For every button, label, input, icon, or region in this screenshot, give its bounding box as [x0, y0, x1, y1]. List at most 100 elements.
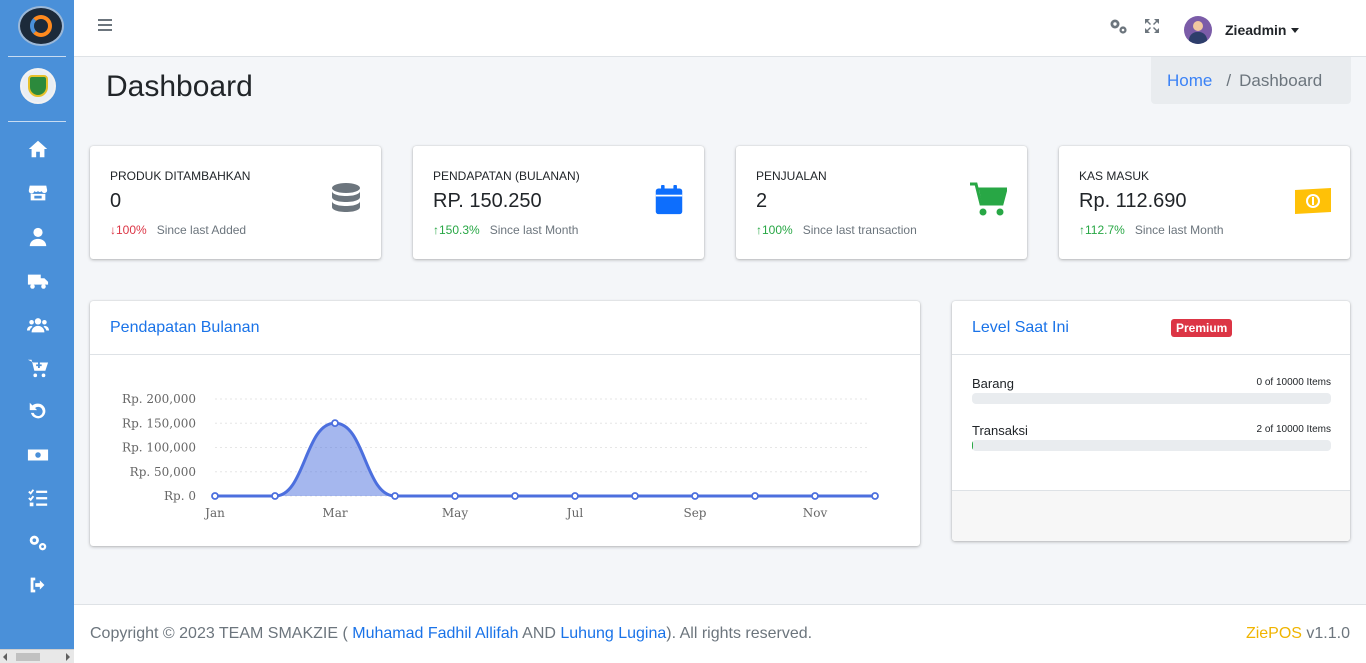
progress-label: Barang — [972, 376, 1014, 391]
footer-version: ZiePOS v1.1.0 — [1246, 625, 1350, 643]
cart-plus-icon[interactable] — [24, 356, 52, 380]
stat-since: Since last Month — [1134, 223, 1224, 237]
y-tick-label: Rp. 50,000 — [130, 465, 196, 479]
x-tick-label: Jan — [203, 506, 225, 520]
data-point — [511, 492, 519, 500]
y-tick-label: Rp. 200,000 — [122, 392, 196, 406]
tasks-icon[interactable] — [24, 486, 52, 510]
undo-icon[interactable] — [24, 399, 52, 423]
users-icon[interactable] — [24, 313, 52, 337]
level-card-footer — [952, 490, 1350, 541]
data-point — [331, 419, 339, 428]
data-point — [391, 492, 399, 500]
author-link[interactable]: Luhung Lugina — [560, 625, 666, 642]
data-point — [451, 492, 459, 500]
database-icon — [332, 183, 360, 212]
calendar-icon — [655, 185, 683, 215]
y-tick-label: Rp. 100,000 — [122, 441, 196, 455]
stat-label: PENJUALAN — [756, 169, 827, 183]
footer-copyright: Copyright © 2023 TEAM SMAKZIE ( Muhamad … — [90, 625, 812, 643]
stat-value: 0 — [110, 190, 122, 212]
stat-percent: 100% — [762, 223, 793, 237]
data-point — [751, 492, 759, 500]
data-point — [211, 492, 219, 500]
fullscreen-icon[interactable] — [1144, 18, 1160, 34]
settings-icon[interactable] — [1109, 18, 1129, 36]
x-tick-label: Jul — [565, 506, 584, 520]
data-point — [811, 492, 819, 500]
level-card-title: Level Saat Ini — [972, 319, 1069, 336]
progress-fill — [972, 440, 974, 451]
progress-label: Transaksi — [972, 423, 1028, 438]
area-fill — [215, 423, 875, 496]
stat-percent: 150.3% — [439, 223, 480, 237]
data-point — [271, 492, 279, 500]
store-icon[interactable] — [24, 181, 52, 205]
stat-footer: ↑100% Since last transaction — [756, 223, 917, 237]
x-tick-label: Sep — [683, 506, 706, 520]
stat-card-produk: PRODUK DITAMBAHKAN 0 ↓100% Since last Add… — [90, 146, 381, 259]
stat-card-kas-masuk: KAS MASUK Rp. 112.690 ↑112.7% Since last … — [1059, 146, 1350, 259]
data-point — [571, 492, 579, 500]
chevron-down-icon[interactable] — [1291, 28, 1299, 33]
stat-card-pendapatan: PENDAPATAN (BULANAN) RP. 150.250 ↑150.3%… — [413, 146, 704, 259]
stat-footer: ↑112.7% Since last Month — [1079, 223, 1224, 237]
gears-icon[interactable] — [24, 531, 52, 555]
user-icon[interactable] — [24, 225, 52, 249]
truck-icon[interactable] — [24, 269, 52, 293]
rights-text: ). All rights reserved. — [666, 625, 813, 642]
stat-since: Since last transaction — [802, 223, 917, 237]
stat-label: PENDAPATAN (BULANAN) — [433, 169, 580, 183]
money-icon[interactable] — [24, 443, 52, 467]
stat-percent: 112.7% — [1085, 223, 1125, 237]
stat-since: Since last Month — [489, 223, 579, 237]
stat-footer: ↑150.3% Since last Month — [433, 223, 578, 237]
app-logo[interactable] — [18, 6, 64, 46]
username-label[interactable]: Zieadmin — [1225, 22, 1286, 38]
cart-icon — [970, 182, 1007, 216]
stat-value: RP. 150.250 — [433, 190, 542, 212]
stat-value: Rp. 112.690 — [1079, 190, 1187, 212]
data-point — [691, 492, 699, 500]
brand-name: ZiePOS — [1245, 625, 1302, 642]
breadcrumb: Home / Dashboard — [1151, 57, 1351, 104]
copyright-text: Copyright © 2023 TEAM SMAKZIE ( — [90, 625, 348, 642]
home-icon[interactable] — [24, 137, 52, 161]
page-title: Dashboard — [106, 70, 253, 103]
version-text: v1.1.0 — [1306, 625, 1350, 642]
user-avatar[interactable] — [1184, 16, 1212, 44]
revenue-chart[interactable]: Rp. 200,000 Rp. 150,000 Rp. 100,000 Rp. 50,… — [90, 355, 920, 545]
premium-badge: Premium — [1171, 319, 1233, 337]
x-tick-label: Nov — [803, 506, 828, 520]
breadcrumb-home-link[interactable]: Home — [1167, 71, 1212, 90]
org-logo — [20, 68, 56, 104]
progress-count: 2 of 10000 Items — [1256, 424, 1332, 435]
x-tick-label: May — [442, 506, 468, 520]
author-link[interactable]: Muhamad Fadhil Allifah — [352, 625, 518, 642]
sidebar — [0, 0, 74, 663]
sidebar-scrollbar[interactable] — [0, 649, 74, 663]
y-tick-label: Rp. 0 — [164, 489, 196, 503]
progress-count: 0 of 10000 Items — [1256, 377, 1332, 388]
topbar: Zieadmin — [74, 0, 1366, 57]
x-tick-label: Mar — [322, 506, 347, 520]
level-card-header: Level Saat Ini Premium — [952, 301, 1350, 355]
data-point — [871, 492, 879, 500]
level-card: Level Saat Ini Premium Barang 0 of 10000… — [952, 301, 1350, 541]
stat-label: PRODUK DITAMBAHKAN — [110, 169, 251, 183]
footer: Copyright © 2023 TEAM SMAKZIE ( Muhamad … — [74, 604, 1366, 663]
stat-value: 2 — [756, 190, 768, 212]
breadcrumb-separator: / — [1226, 71, 1232, 90]
sidebar-divider — [8, 56, 66, 57]
money-icon — [1295, 188, 1331, 214]
and-text: AND — [522, 625, 556, 642]
stat-card-penjualan: PENJUALAN 2 ↑100% Since last transaction — [736, 146, 1027, 259]
breadcrumb-current: Dashboard — [1239, 71, 1323, 90]
sidebar-divider — [8, 121, 66, 122]
chart-card: Pendapatan Bulanan Rp. 200,000 Rp. 150,00… — [90, 301, 920, 546]
stat-footer: ↓100% Since last Added — [110, 223, 246, 237]
stat-label: KAS MASUK — [1079, 169, 1150, 183]
stat-since: Since last Added — [156, 223, 247, 237]
sign-out-icon[interactable] — [24, 573, 52, 597]
menu-toggle-icon[interactable] — [98, 19, 112, 31]
